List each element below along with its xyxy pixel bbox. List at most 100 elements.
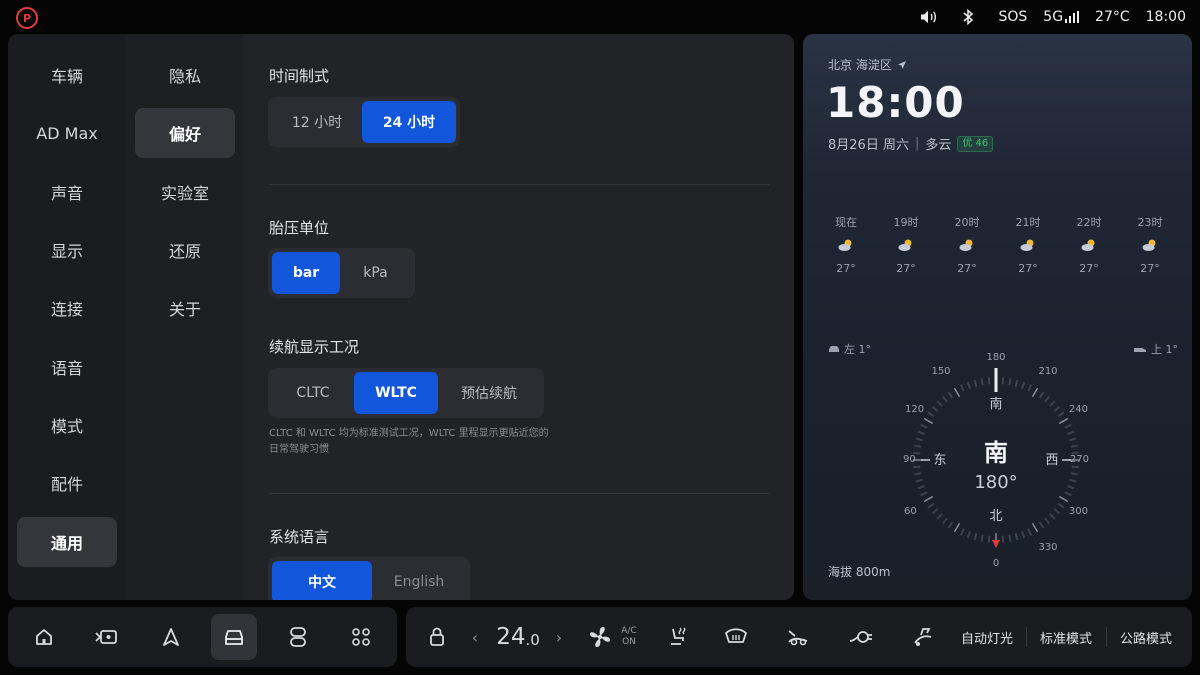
range-mode-cltc[interactable]: CLTC bbox=[272, 372, 354, 414]
sidebar-item-general[interactable]: 通用 bbox=[17, 517, 117, 567]
cardinal-east: 东 bbox=[933, 453, 946, 468]
compass-tick bbox=[1021, 381, 1026, 389]
compass-tick bbox=[947, 521, 954, 529]
compass-tick bbox=[927, 502, 935, 509]
apps-grid-icon[interactable] bbox=[338, 614, 384, 660]
compass-tick bbox=[1001, 377, 1005, 385]
divider bbox=[1026, 627, 1027, 647]
compass-tick bbox=[1067, 485, 1075, 490]
volume-icon[interactable] bbox=[920, 10, 938, 24]
range-mode-estimated[interactable]: 预估续航 bbox=[438, 372, 540, 414]
seat-heat-icon[interactable] bbox=[664, 607, 690, 667]
hour-temp: 27° bbox=[836, 262, 856, 275]
divider bbox=[269, 184, 769, 185]
sos-button[interactable]: SOS bbox=[998, 9, 1027, 25]
compass-tick bbox=[941, 395, 948, 403]
defrost-icon[interactable] bbox=[722, 607, 750, 667]
sidebar-item-mode[interactable]: 模式 bbox=[17, 400, 117, 450]
subnav-item-privacy[interactable]: 隐私 bbox=[135, 50, 235, 100]
clock: 18:00 bbox=[1145, 9, 1186, 25]
lock-icon[interactable] bbox=[424, 607, 450, 667]
compass-tick bbox=[987, 535, 991, 543]
compass-tick bbox=[923, 495, 934, 503]
compass-tick bbox=[936, 513, 943, 520]
temp-decrease-button[interactable]: ‹ bbox=[468, 607, 482, 667]
network-indicator: 5G bbox=[1043, 9, 1080, 25]
compass-tick bbox=[1049, 513, 1056, 520]
mirror-fold-icon[interactable] bbox=[784, 607, 812, 667]
hour-label: 21时 bbox=[1015, 216, 1041, 229]
compass-tick bbox=[987, 377, 991, 385]
sidebar-item-sound[interactable]: 声音 bbox=[17, 167, 117, 217]
sidebar-item-ad-max[interactable]: AD Max bbox=[17, 108, 117, 158]
compass-tick bbox=[947, 391, 954, 399]
compass-tick bbox=[973, 379, 978, 387]
compass-tick bbox=[966, 531, 971, 539]
temp-increase-button[interactable]: › bbox=[552, 607, 566, 667]
camera-icon[interactable] bbox=[84, 614, 130, 660]
compass-tick bbox=[1053, 405, 1061, 412]
tire-unit-kpa[interactable]: kPa bbox=[340, 252, 411, 294]
language-english[interactable]: English bbox=[372, 561, 466, 600]
home-icon[interactable] bbox=[21, 614, 67, 660]
compass-tick bbox=[923, 417, 934, 425]
subnav-item-reset[interactable]: 还原 bbox=[135, 225, 235, 275]
partly-cloudy-icon bbox=[1003, 238, 1053, 256]
compass-tick bbox=[973, 533, 978, 541]
compass-tick bbox=[1071, 465, 1079, 469]
road-mode-button[interactable]: 公路模式 bbox=[1120, 607, 1172, 667]
compass-tick bbox=[1031, 387, 1039, 398]
compass-tick bbox=[1058, 417, 1069, 425]
compass-tick bbox=[1069, 437, 1077, 442]
subnav-item-preferences[interactable]: 偏好 bbox=[135, 108, 235, 158]
ac-label: A/C bbox=[621, 626, 637, 636]
divider bbox=[269, 493, 769, 494]
location-label: 北京 海淀区 bbox=[828, 58, 892, 72]
charge-port-icon[interactable] bbox=[846, 607, 876, 667]
auto-light-button[interactable]: 自动灯光 bbox=[961, 607, 1013, 667]
compass-tick bbox=[960, 384, 965, 392]
sidebar-item-vehicle[interactable]: 车辆 bbox=[17, 50, 117, 100]
subnav-item-about[interactable]: 关于 bbox=[135, 283, 235, 333]
sidebar-item-voice[interactable]: 语音 bbox=[17, 342, 117, 392]
compass-tick bbox=[1064, 491, 1072, 496]
compass-tick bbox=[1021, 531, 1026, 539]
compass-tick bbox=[931, 508, 939, 515]
tailgate-icon[interactable] bbox=[908, 607, 936, 667]
compass-tick bbox=[1038, 391, 1045, 399]
north-marker-icon bbox=[992, 540, 1000, 548]
scale-300: 300 bbox=[1069, 506, 1088, 517]
hourly-item: 22时 27° bbox=[1064, 214, 1114, 275]
time-format-24h[interactable]: 24 小时 bbox=[362, 101, 456, 143]
car-icon[interactable] bbox=[211, 614, 257, 660]
time-format-title: 时间制式 bbox=[269, 67, 330, 85]
car-side-icon bbox=[829, 345, 839, 352]
weather-panel[interactable]: 北京 海淀区 18:00 8月26日 周六 | 多云 优 46 现在 27° 19时… bbox=[803, 34, 1192, 600]
sidebar-item-connect[interactable]: 连接 bbox=[17, 283, 117, 333]
bluetooth-icon[interactable] bbox=[962, 9, 974, 25]
compass-tick bbox=[980, 378, 984, 386]
compass-tick bbox=[1044, 517, 1051, 525]
location-arrow-icon bbox=[897, 60, 906, 69]
heading-direction: 南 bbox=[984, 439, 1008, 467]
drive-mode-button[interactable]: 标准模式 bbox=[1040, 607, 1092, 667]
ac-state: ON bbox=[622, 637, 636, 647]
ac-toggle[interactable]: A/C ON bbox=[616, 607, 642, 667]
hourly-item: 20时 27° bbox=[942, 214, 992, 275]
subnav-item-lab[interactable]: 实验室 bbox=[135, 167, 235, 217]
sidebar-item-display[interactable]: 显示 bbox=[17, 225, 117, 275]
language-chinese[interactable]: 中文 bbox=[272, 561, 372, 600]
compass-tick bbox=[960, 528, 965, 536]
tire-unit-bar[interactable]: bar bbox=[272, 252, 340, 294]
navigation-icon[interactable] bbox=[148, 614, 194, 660]
compass-tick bbox=[1058, 495, 1069, 503]
compass: 180 210 240 270 300 330 0 60 90 120 150 … bbox=[903, 352, 1089, 569]
compass-tick bbox=[927, 411, 935, 418]
app-switch-icon[interactable] bbox=[275, 614, 321, 660]
sidebar-item-accessories[interactable]: 配件 bbox=[17, 458, 117, 508]
range-mode-wltc[interactable]: WLTC bbox=[354, 372, 438, 414]
heading-degrees: 180° bbox=[974, 472, 1017, 493]
settings-panel: 车辆 AD Max 声音 显示 连接 语音 模式 配件 通用 隐私 偏好 实验室… bbox=[8, 34, 794, 600]
time-format-12h[interactable]: 12 小时 bbox=[272, 101, 362, 143]
fan-icon[interactable] bbox=[586, 607, 614, 667]
